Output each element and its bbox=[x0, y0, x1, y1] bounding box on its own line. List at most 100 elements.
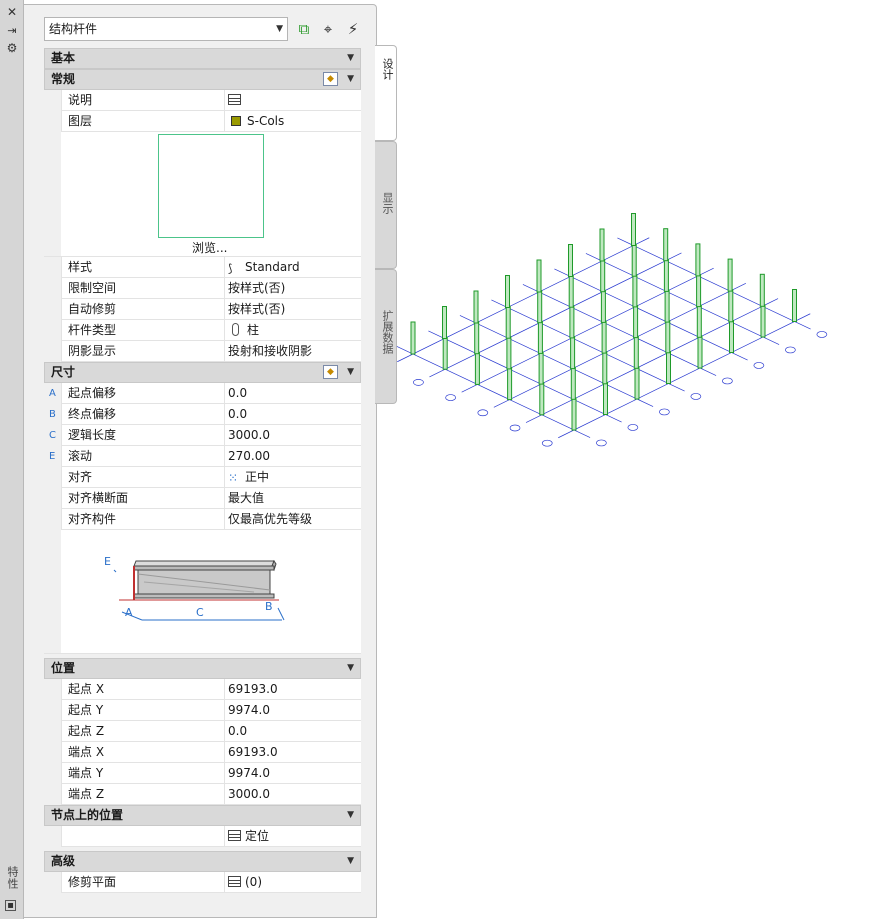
auto-hide-icon[interactable]: ⇥ bbox=[5, 24, 19, 38]
node-location-value[interactable]: 定位 bbox=[226, 826, 361, 847]
structural-column[interactable] bbox=[759, 273, 765, 307]
justify-value[interactable]: ⁙ 正中 bbox=[226, 467, 361, 488]
start-offset-value[interactable]: 0.0 bbox=[226, 383, 361, 404]
worksheet-icon[interactable] bbox=[228, 94, 241, 105]
tab-extended-data[interactable]: 扩展数据 bbox=[375, 269, 397, 404]
structural-column[interactable] bbox=[663, 258, 669, 292]
section-dimensions[interactable]: 尺寸 ◆ ▼ bbox=[44, 362, 361, 383]
chevron-down-icon[interactable]: ▼ bbox=[347, 70, 354, 89]
structural-column[interactable] bbox=[474, 321, 480, 355]
close-icon[interactable]: ✕ bbox=[5, 5, 19, 19]
structural-column[interactable] bbox=[505, 305, 511, 339]
structural-column[interactable] bbox=[539, 382, 545, 416]
structural-column[interactable] bbox=[442, 306, 447, 339]
structural-column[interactable] bbox=[568, 244, 573, 277]
logical-length-value[interactable]: 3000.0 bbox=[226, 425, 361, 446]
structural-column[interactable] bbox=[600, 289, 606, 323]
structural-column[interactable] bbox=[473, 290, 479, 324]
structural-column[interactable] bbox=[505, 275, 510, 308]
auto-trim-value[interactable]: 按样式(否) bbox=[226, 299, 361, 320]
structural-column[interactable] bbox=[663, 228, 669, 262]
model-viewport[interactable] bbox=[396, 150, 866, 460]
end-z-value[interactable]: 3000.0 bbox=[226, 784, 361, 805]
quick-select-icon[interactable]: ⚡ bbox=[343, 19, 363, 39]
structural-column[interactable] bbox=[601, 320, 607, 354]
chevron-down-icon[interactable]: ▼ bbox=[347, 363, 354, 382]
structural-column[interactable] bbox=[633, 335, 639, 369]
end-offset-value[interactable]: 0.0 bbox=[226, 404, 361, 425]
pick-point-icon[interactable]: ⌖ bbox=[318, 19, 338, 39]
add-selection-icon[interactable]: ⧉ bbox=[294, 19, 314, 39]
settings-icon[interactable]: ⚙ bbox=[5, 41, 19, 55]
justify-cross-section-value[interactable]: 最大值 bbox=[226, 488, 361, 509]
structural-column[interactable] bbox=[728, 289, 734, 323]
structural-column[interactable] bbox=[695, 243, 701, 277]
structural-column[interactable] bbox=[792, 289, 797, 322]
description-value[interactable] bbox=[226, 90, 361, 111]
tab-display[interactable]: 显示 bbox=[375, 141, 397, 269]
structural-column[interactable] bbox=[602, 351, 608, 385]
start-x-value[interactable]: 69193.0 bbox=[226, 679, 361, 700]
structural-column[interactable] bbox=[729, 320, 734, 353]
justify-components-value[interactable]: 仅最高优先等级 bbox=[226, 509, 361, 530]
structural-column[interactable] bbox=[570, 366, 576, 400]
section-location[interactable]: 位置 ▼ bbox=[44, 658, 361, 679]
structural-column[interactable] bbox=[568, 274, 574, 308]
structural-column[interactable] bbox=[538, 351, 544, 385]
structural-column[interactable] bbox=[665, 320, 671, 354]
structural-column[interactable] bbox=[760, 304, 766, 338]
bound-spaces-value[interactable]: 按样式(否) bbox=[226, 278, 361, 299]
structural-column[interactable] bbox=[666, 351, 671, 384]
roll-value[interactable]: 270.00 bbox=[226, 446, 361, 467]
structural-column[interactable] bbox=[633, 305, 639, 339]
structural-column[interactable] bbox=[569, 305, 575, 339]
style-value[interactable]: ⟆ Standard bbox=[226, 257, 361, 278]
structural-column[interactable] bbox=[410, 321, 416, 355]
structural-column[interactable] bbox=[600, 259, 606, 293]
chevron-down-icon[interactable]: ▼ bbox=[347, 806, 354, 825]
structural-columns[interactable] bbox=[410, 213, 797, 431]
start-y-value[interactable]: 9974.0 bbox=[226, 700, 361, 721]
start-z-value[interactable]: 0.0 bbox=[226, 721, 361, 742]
structural-column[interactable] bbox=[571, 397, 577, 431]
structural-column[interactable] bbox=[506, 336, 512, 370]
end-y-value[interactable]: 9974.0 bbox=[226, 763, 361, 784]
structural-column[interactable] bbox=[634, 366, 640, 400]
chevron-down-icon[interactable]: ▼ bbox=[347, 659, 354, 678]
style-light-icon[interactable]: ◆ bbox=[323, 365, 338, 379]
structural-column[interactable] bbox=[537, 320, 543, 354]
object-type-select[interactable]: 结构杆件 ▼ bbox=[44, 17, 288, 41]
structural-column[interactable] bbox=[664, 289, 670, 323]
browse-link[interactable]: 浏览... bbox=[192, 239, 227, 256]
structural-column[interactable] bbox=[696, 304, 702, 338]
structural-column[interactable] bbox=[599, 228, 605, 262]
worksheet-icon[interactable] bbox=[228, 830, 241, 841]
chevron-down-icon[interactable]: ▼ bbox=[347, 852, 354, 871]
worksheet-icon[interactable] bbox=[228, 876, 241, 887]
structural-column[interactable] bbox=[474, 351, 480, 385]
style-light-icon[interactable]: ◆ bbox=[323, 72, 338, 86]
structural-column[interactable] bbox=[697, 335, 703, 369]
member-type-value[interactable]: 柱 bbox=[226, 320, 361, 341]
structural-column[interactable] bbox=[727, 258, 733, 292]
structural-column[interactable] bbox=[631, 243, 637, 277]
structural-column[interactable] bbox=[631, 213, 636, 246]
section-general[interactable]: 常规 ◆ ▼ bbox=[44, 69, 361, 90]
chevron-down-icon[interactable]: ▼ bbox=[347, 49, 354, 68]
section-basic[interactable]: 基本 ▼ bbox=[44, 48, 361, 69]
structural-column[interactable] bbox=[570, 336, 576, 370]
structural-column[interactable] bbox=[442, 336, 448, 370]
section-node-location[interactable]: 节点上的位置 ▼ bbox=[44, 805, 361, 826]
section-advanced[interactable]: 高级 ▼ bbox=[44, 851, 361, 872]
shadow-display-value[interactable]: 投射和接收阴影 bbox=[226, 341, 361, 362]
trim-planes-value[interactable]: (0) bbox=[226, 872, 361, 893]
structural-column[interactable] bbox=[507, 367, 513, 401]
tab-design[interactable]: 设计 bbox=[375, 45, 397, 141]
structural-column[interactable] bbox=[603, 382, 608, 415]
structural-column[interactable] bbox=[632, 274, 638, 308]
structural-column[interactable] bbox=[536, 259, 542, 293]
end-x-value[interactable]: 69193.0 bbox=[226, 742, 361, 763]
layer-value[interactable]: S-Cols bbox=[226, 111, 361, 132]
structural-column[interactable] bbox=[537, 290, 543, 324]
structural-column[interactable] bbox=[696, 274, 702, 308]
